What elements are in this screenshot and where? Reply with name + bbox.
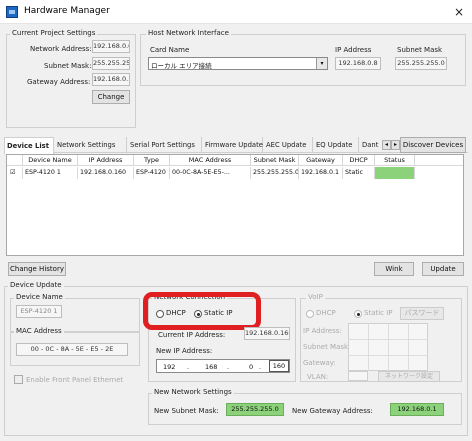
voip-title: VoIP	[306, 293, 325, 302]
close-icon[interactable]: ×	[450, 3, 468, 21]
col-header-filler	[415, 155, 463, 166]
row-mac: 00-0C-8A-5E-E5-...	[170, 167, 251, 179]
mac-field: 00 - 0C - 8A - 5E - E5 - 2E	[16, 343, 128, 356]
ip-dot-2: .	[227, 363, 230, 371]
update-button[interactable]: Update	[422, 262, 464, 276]
gateway-label: Gateway Address:	[27, 78, 91, 86]
static-ip-radio[interactable]	[194, 310, 202, 318]
voip-static-label: Static IP	[364, 309, 393, 317]
device-table[interactable]: Device Name IP Address Type MAC Address …	[6, 154, 464, 256]
host-subnet-value: 255.255.255.0	[395, 57, 447, 70]
new-subnet-label: New Subnet Mask:	[154, 407, 219, 415]
voip-dhcp-label: DHCP	[316, 309, 336, 317]
card-name-select[interactable]: ローカル エリア接続 ▾	[148, 57, 328, 70]
device-name-label: Device Name	[14, 293, 65, 302]
table-row[interactable]: ☑ ESP-4120 1 192.168.0.160 ESP-4120 00-0…	[7, 167, 463, 179]
dhcp-radio[interactable]	[156, 310, 164, 318]
col-header-dhcp[interactable]: DHCP	[343, 155, 375, 166]
col-header-ip[interactable]: IP Address	[78, 155, 134, 166]
row-dhcp: Static	[343, 167, 375, 179]
device-name-field[interactable]: ESP-4120 1	[16, 305, 62, 318]
current-ip-label: Current IP Address:	[158, 331, 226, 339]
ip-address-label: IP Address	[335, 46, 372, 54]
current-project-title: Current Project Settings	[10, 29, 98, 38]
device-update-title: Device Update	[8, 281, 64, 290]
new-ip-input[interactable]: 192 . 168 . 0 . 160	[156, 359, 290, 373]
voip-password-button[interactable]: パスワード	[400, 307, 444, 320]
new-ip-label: New IP Address:	[156, 347, 213, 355]
grid-line	[368, 323, 369, 371]
row-status	[375, 167, 415, 179]
voip-ip-label: IP Address:	[303, 327, 342, 335]
title-bar: Hardware Manager ×	[0, 0, 472, 24]
host-interface-title: Host Network Interface	[146, 29, 231, 38]
tab-network-settings[interactable]: Network Settings	[55, 137, 127, 153]
grid-line	[408, 323, 409, 371]
chevron-down-icon[interactable]: ▾	[316, 58, 327, 69]
change-button[interactable]: Change	[92, 90, 130, 104]
voip-static-radio[interactable]	[354, 310, 362, 318]
gateway-value: 192.168.0.1	[92, 73, 130, 86]
row-subnet: 255.255.255.0	[251, 167, 299, 179]
mac-label: MAC Address	[14, 327, 64, 336]
change-history-button[interactable]: Change History	[8, 262, 66, 276]
subnet-mask-value: 255.255.255.0	[92, 57, 130, 70]
voip-settings-button[interactable]: ネットワーク設定	[378, 371, 440, 382]
col-header-device-name[interactable]: Device Name	[23, 155, 78, 166]
front-panel-checkbox[interactable]	[14, 375, 23, 384]
wink-button[interactable]: Wink	[374, 262, 414, 276]
tab-aec-update[interactable]: AEC Update	[264, 137, 313, 153]
subnet-mask-label: Subnet Mask:	[44, 62, 92, 70]
front-panel-label: Enable Front Panel Ethernet	[26, 376, 124, 384]
col-header-gateway[interactable]: Gateway	[299, 155, 343, 166]
voip-gateway-label: Gateway:	[303, 359, 336, 367]
ip-dot-3: .	[259, 363, 262, 371]
col-header-type[interactable]: Type	[134, 155, 170, 166]
voip-vlan-field[interactable]	[348, 371, 368, 381]
tab-scroll-left-icon[interactable]: ◂	[382, 140, 391, 150]
tab-eq-update[interactable]: EQ Update	[314, 137, 359, 153]
tab-serial-port-settings[interactable]: Serial Port Settings	[128, 137, 202, 153]
row-checkbox[interactable]: ☑	[7, 167, 23, 179]
tab-firmware-update[interactable]: Firmware Update	[203, 137, 263, 153]
col-header-status[interactable]: Status	[375, 155, 415, 166]
tab-dante[interactable]: Dant	[360, 137, 382, 153]
row-ip: 192.168.0.160	[78, 167, 134, 179]
tab-device-list[interactable]: Device List	[4, 137, 54, 154]
col-header-subnet[interactable]: Subnet Mask	[251, 155, 299, 166]
card-name-value: ローカル エリア接続	[151, 62, 212, 70]
new-gateway-label: New Gateway Address:	[292, 407, 373, 415]
row-type: ESP-4120	[134, 167, 170, 179]
dhcp-label: DHCP	[166, 309, 186, 317]
current-ip-value: 192.168.0.160	[244, 327, 290, 340]
network-address-label: Network Address:	[30, 45, 92, 53]
static-ip-label: Static IP	[204, 309, 233, 317]
grid-line	[388, 323, 389, 371]
ip-octet-3[interactable]: 0	[249, 363, 253, 371]
ip-octet-1[interactable]: 192	[163, 363, 175, 371]
col-header-mac[interactable]: MAC Address	[170, 155, 251, 166]
checkbox-icon[interactable]: ☑	[10, 169, 16, 176]
discover-devices-button[interactable]: Discover Devices	[400, 137, 466, 153]
row-gateway: 192.168.0.1	[299, 167, 343, 179]
card-name-label: Card Name	[150, 46, 190, 54]
new-network-title: New Network Settings	[152, 388, 234, 397]
host-ip-value: 192.168.0.8	[335, 57, 381, 70]
ip-octet-2[interactable]: 168	[205, 363, 217, 371]
tab-scroll-right-icon[interactable]: ▸	[391, 140, 400, 150]
new-gateway-value: 192.168.0.1	[390, 403, 444, 416]
voip-dhcp-radio[interactable]	[306, 310, 314, 318]
col-header-check	[7, 155, 23, 166]
host-subnet-label: Subnet Mask	[397, 46, 443, 54]
network-address-value: 192.168.0.0	[92, 40, 130, 53]
voip-subnet-label: Subnet Mask:	[303, 343, 351, 351]
window-title: Hardware Manager	[24, 6, 110, 16]
app-icon	[6, 6, 18, 18]
ip-dot-1: .	[187, 363, 190, 371]
ip-octet-4[interactable]: 160	[269, 360, 289, 372]
voip-vlan-label: VLAN:	[307, 373, 329, 381]
row-device-name: ESP-4120 1	[23, 167, 78, 179]
new-subnet-value: 255.255.255.0	[226, 403, 284, 416]
